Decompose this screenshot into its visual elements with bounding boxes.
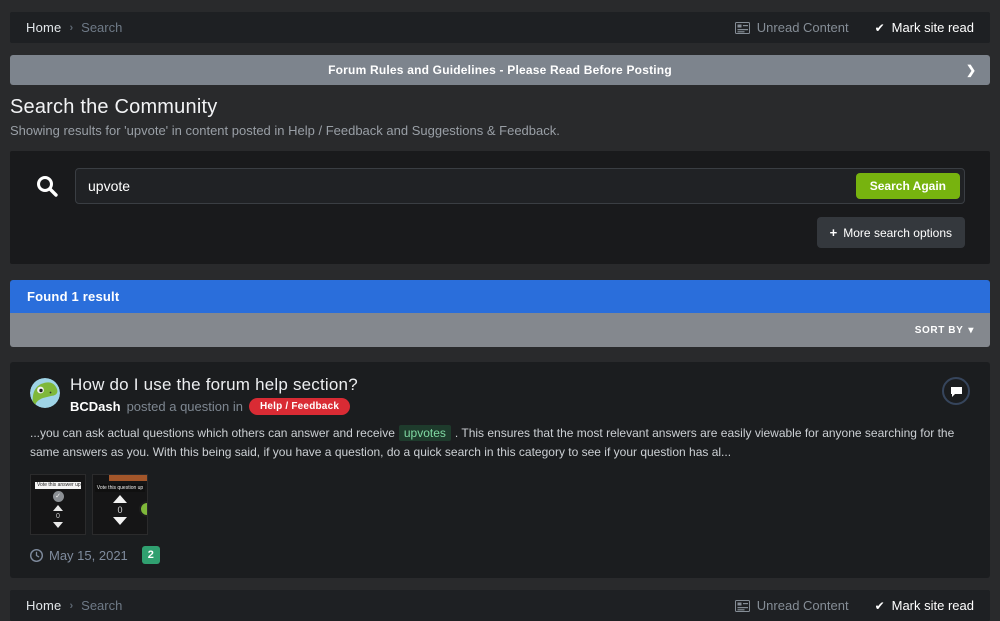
plus-icon: + bbox=[830, 225, 838, 240]
result-title-link[interactable]: How do I use the forum help section? bbox=[70, 375, 942, 395]
unread-content-link[interactable]: Unread Content bbox=[735, 20, 849, 35]
chevron-right-icon: ❯ bbox=[966, 63, 976, 77]
attachment-thumbnails: Vote this answer up or down ✓ 0 Vote thi… bbox=[30, 474, 970, 535]
sort-bar: SORT BY ▾ bbox=[10, 313, 990, 347]
forum-rules-banner[interactable]: Forum Rules and Guidelines - Please Read… bbox=[10, 55, 990, 85]
post-date: May 15, 2021 bbox=[30, 548, 128, 563]
avatar[interactable] bbox=[30, 378, 60, 408]
byline-text: posted a question in bbox=[127, 399, 243, 414]
category-badge[interactable]: Help / Feedback bbox=[249, 398, 350, 415]
chevron-right-icon: › bbox=[69, 600, 73, 612]
result-snippet: ...you can ask actual questions which ot… bbox=[30, 424, 970, 462]
gecko-avatar-image bbox=[30, 378, 60, 408]
attachment-thumbnail[interactable]: Vote this question up 0 bbox=[92, 474, 148, 535]
top-breadcrumb-bar: Home › Search Unread Content ✔ Mark site… bbox=[10, 12, 990, 43]
search-input[interactable] bbox=[75, 168, 965, 204]
snippet-highlight: upvotes bbox=[399, 425, 451, 441]
attachment-thumbnail[interactable]: Vote this answer up or down ✓ 0 bbox=[30, 474, 86, 535]
author-link[interactable]: BCDash bbox=[70, 399, 121, 414]
check-icon: ✔ bbox=[875, 599, 885, 613]
upvote-arrow-icon bbox=[53, 505, 63, 511]
mark-site-read-link[interactable]: ✔ Mark site read bbox=[875, 20, 974, 35]
post-date-text: May 15, 2021 bbox=[49, 548, 128, 563]
thumbnail-header-bar bbox=[109, 475, 147, 481]
page-subtitle: Showing results for 'upvote' in content … bbox=[10, 123, 990, 138]
chevron-right-icon: › bbox=[69, 22, 73, 34]
card-icon bbox=[735, 22, 750, 34]
downvote-arrow-icon bbox=[113, 517, 127, 525]
thumbnail-tooltip-text: Vote this question up bbox=[95, 484, 145, 492]
speech-bubble-icon bbox=[950, 386, 963, 397]
top-bar-actions: Unread Content ✔ Mark site read bbox=[735, 20, 974, 35]
check-icon: ✔ bbox=[875, 21, 885, 35]
more-search-options-label: More search options bbox=[843, 226, 952, 240]
snippet-prefix: ...you can ask actual questions which ot… bbox=[30, 426, 395, 440]
caret-down-icon: ▾ bbox=[968, 325, 974, 336]
vote-score: 0 bbox=[117, 505, 122, 515]
more-search-options-button[interactable]: + More search options bbox=[817, 217, 965, 248]
result-byline: BCDash posted a question in Help / Feedb… bbox=[70, 398, 942, 415]
avatar-peek bbox=[139, 501, 148, 517]
sort-by-label: SORT BY bbox=[915, 325, 964, 336]
breadcrumb: Home › Search bbox=[26, 20, 122, 35]
search-icon bbox=[35, 174, 59, 198]
search-result-card: How do I use the forum help section? BCD… bbox=[10, 362, 990, 578]
card-icon bbox=[735, 600, 750, 612]
page: Home › Search Unread Content ✔ Mark site… bbox=[0, 0, 1000, 621]
mark-site-read-label: Mark site read bbox=[892, 598, 974, 613]
downvote-arrow-icon bbox=[53, 522, 63, 528]
found-results-bar: Found 1 result bbox=[10, 280, 990, 313]
result-meta: May 15, 2021 2 bbox=[30, 546, 970, 564]
bottom-breadcrumb-bar: Home › Search Unread Content ✔ Mark site… bbox=[10, 590, 990, 621]
vote-score: 0 bbox=[56, 513, 60, 520]
mark-site-read-label: Mark site read bbox=[892, 20, 974, 35]
check-circle-icon: ✓ bbox=[53, 491, 64, 502]
upvote-arrow-icon bbox=[113, 495, 127, 503]
clock-icon bbox=[30, 549, 43, 562]
bottom-bar-actions: Unread Content ✔ Mark site read bbox=[735, 598, 974, 613]
breadcrumb: Home › Search bbox=[26, 598, 122, 613]
breadcrumb-current: Search bbox=[81, 598, 122, 613]
mark-site-read-link[interactable]: ✔ Mark site read bbox=[875, 598, 974, 613]
breadcrumb-home-link[interactable]: Home bbox=[26, 598, 61, 613]
unread-content-link[interactable]: Unread Content bbox=[735, 598, 849, 613]
go-to-comment-button[interactable] bbox=[942, 377, 970, 405]
unread-content-label: Unread Content bbox=[757, 20, 849, 35]
search-again-button[interactable]: Search Again bbox=[856, 173, 960, 199]
thumbnail-tooltip-text: Vote this answer up or down bbox=[35, 482, 81, 489]
breadcrumb-current: Search bbox=[81, 20, 122, 35]
forum-rules-banner-text: Forum Rules and Guidelines - Please Read… bbox=[328, 63, 672, 77]
search-field: Search Again bbox=[75, 168, 965, 204]
sort-by-dropdown[interactable]: SORT BY ▾ bbox=[915, 325, 974, 336]
breadcrumb-home-link[interactable]: Home bbox=[26, 20, 61, 35]
search-panel: Search Again + More search options bbox=[10, 151, 990, 264]
unread-content-label: Unread Content bbox=[757, 598, 849, 613]
reply-count-badge: 2 bbox=[142, 546, 160, 564]
page-title: Search the Community bbox=[10, 96, 990, 119]
